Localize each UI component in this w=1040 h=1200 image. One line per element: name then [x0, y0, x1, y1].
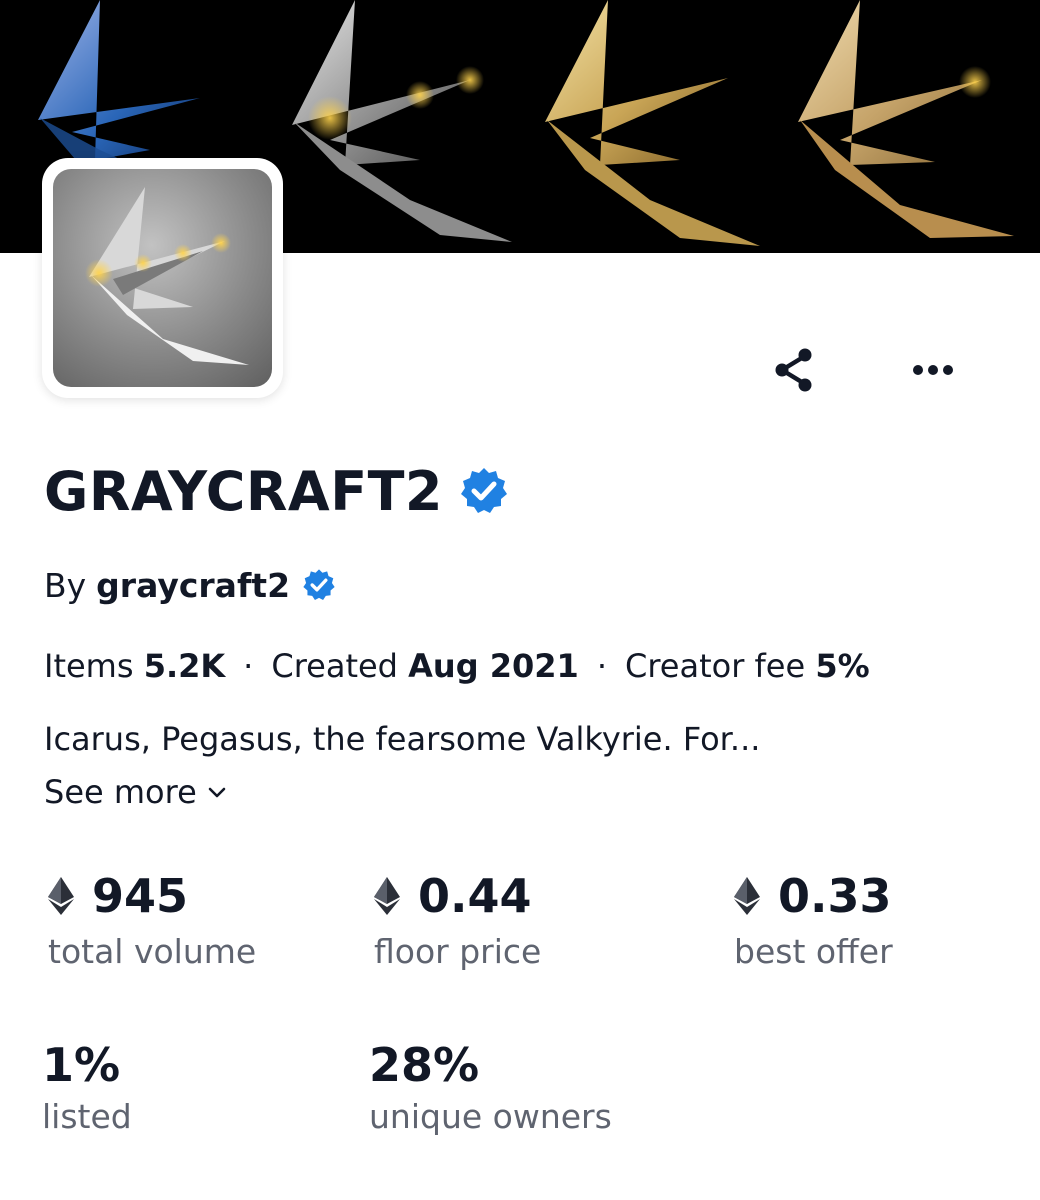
- best-offer-value: 0.33: [778, 869, 892, 923]
- total-volume-label: total volume: [48, 932, 257, 971]
- meta-separator: ·: [243, 647, 254, 685]
- stat-total-volume: 945 total volume: [48, 866, 256, 971]
- banner-craft-tan: [798, 0, 1014, 238]
- unique-owners-label: unique owners: [369, 1097, 612, 1136]
- chevron-down-icon: [208, 787, 226, 798]
- listed-label: listed: [42, 1097, 132, 1136]
- floor-price-value: 0.44: [418, 869, 532, 923]
- unique-owners-value: 28%: [369, 1038, 480, 1092]
- listed-value: 1%: [42, 1038, 121, 1092]
- eth-icon: [734, 877, 760, 915]
- created-label: Created: [271, 647, 398, 685]
- share-button[interactable]: [764, 340, 824, 400]
- items-value: 5.2K: [143, 647, 226, 685]
- see-more-button[interactable]: See more: [44, 773, 227, 811]
- share-icon: [775, 348, 812, 392]
- collection-avatar: [53, 169, 272, 387]
- collection-name: GRAYCRAFT2: [44, 459, 444, 523]
- total-volume-value: 945: [92, 869, 189, 923]
- more-options-button[interactable]: [903, 340, 963, 400]
- by-label: By: [44, 565, 87, 605]
- banner-craft-silver: [292, 0, 512, 242]
- collection-description: Icarus, Pegasus, the fearsome Valkyrie. …: [44, 720, 761, 758]
- meta-separator: ·: [596, 647, 607, 685]
- creator-fee-label: Creator fee: [624, 647, 806, 685]
- avatar-aircraft-image: [85, 187, 249, 365]
- see-more-label: See more: [44, 773, 197, 811]
- created-value: Aug 2021: [408, 647, 579, 685]
- collection-avatar-frame: [42, 158, 283, 398]
- creator-verified-icon: [302, 568, 336, 602]
- banner-craft-gold: [545, 0, 760, 246]
- stat-listed: 1% listed: [42, 1035, 132, 1136]
- items-label: Items: [44, 647, 134, 685]
- stat-floor-price: 0.44 floor price: [374, 866, 541, 971]
- floor-price-label: floor price: [374, 932, 542, 971]
- creator-fee-value: 5%: [815, 647, 870, 685]
- creator-row: By graycraft2: [44, 562, 336, 608]
- more-horizontal-icon: [913, 365, 953, 375]
- eth-icon: [374, 877, 400, 915]
- stat-unique-owners: 28% unique owners: [369, 1035, 612, 1136]
- collection-title-row: GRAYCRAFT2: [44, 456, 509, 526]
- verified-badge-icon: [459, 466, 509, 516]
- best-offer-label: best offer: [734, 932, 893, 971]
- collection-meta-row: Items 5.2K · Created Aug 2021 · Creator …: [44, 643, 870, 689]
- stat-best-offer: 0.33 best offer: [734, 866, 893, 971]
- eth-icon: [48, 877, 74, 915]
- creator-link[interactable]: graycraft2: [96, 566, 290, 605]
